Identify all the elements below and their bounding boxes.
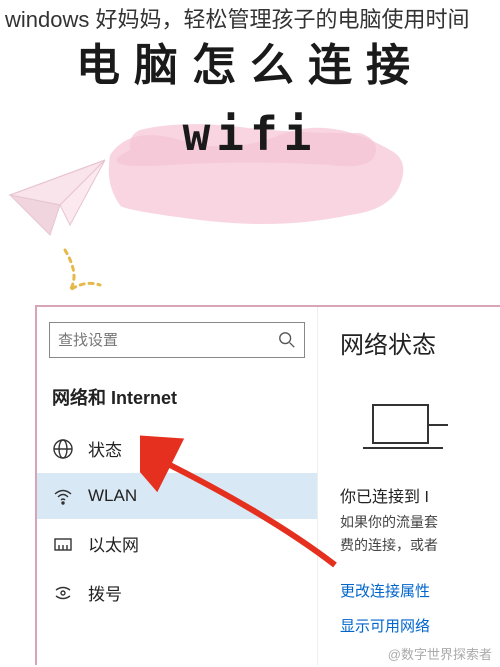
- settings-window: 网络和 Internet 状态 WLAN: [35, 305, 500, 665]
- status-sub2: 费的连接，或者: [340, 534, 500, 558]
- main-title-line1: 电脑怎么连接: [0, 30, 500, 97]
- change-properties-link[interactable]: 更改连接属性: [340, 580, 500, 601]
- watermark: @数字世界探索者: [388, 644, 492, 663]
- sidebar-item-label: WLAN: [88, 486, 137, 506]
- sidebar-item-wlan[interactable]: WLAN: [37, 473, 317, 519]
- title-block: 电脑怎么连接 wifi: [0, 30, 500, 166]
- connected-text: 你已连接到 I: [340, 485, 500, 511]
- section-header: 网络和 Internet: [37, 376, 317, 424]
- search-box[interactable]: [49, 322, 305, 358]
- sidebar-item-status[interactable]: 状态: [37, 424, 317, 473]
- status-title: 网络状态: [340, 325, 500, 360]
- globe-icon: [52, 438, 74, 460]
- laptop-icon: [358, 400, 448, 460]
- status-sub1: 如果你的流量套: [340, 511, 500, 535]
- sidebar-item-label: 拨号: [88, 580, 122, 605]
- sidebar-item-dialup[interactable]: 拨号: [37, 568, 317, 617]
- search-input[interactable]: [58, 332, 278, 349]
- wifi-icon: [52, 485, 74, 507]
- ethernet-icon: [52, 533, 74, 555]
- sidebar-item-label: 以太网: [88, 531, 139, 556]
- main-title-line2: wifi: [0, 97, 500, 166]
- promo-header: windows 好妈妈，轻松管理孩子的电脑使用时间: [5, 5, 469, 36]
- dialup-icon: [52, 582, 74, 604]
- sidebar-item-label: 状态: [88, 436, 122, 461]
- status-panel: 网络状态 你已连接到 I 如果你的流量套 费的连接，或者 更改连接属性 显示可用…: [317, 307, 500, 665]
- search-icon: [278, 331, 296, 349]
- plane-trail: [60, 245, 120, 295]
- settings-sidebar: 网络和 Internet 状态 WLAN: [37, 307, 317, 665]
- sidebar-item-ethernet[interactable]: 以太网: [37, 519, 317, 568]
- show-networks-link[interactable]: 显示可用网络: [340, 615, 500, 636]
